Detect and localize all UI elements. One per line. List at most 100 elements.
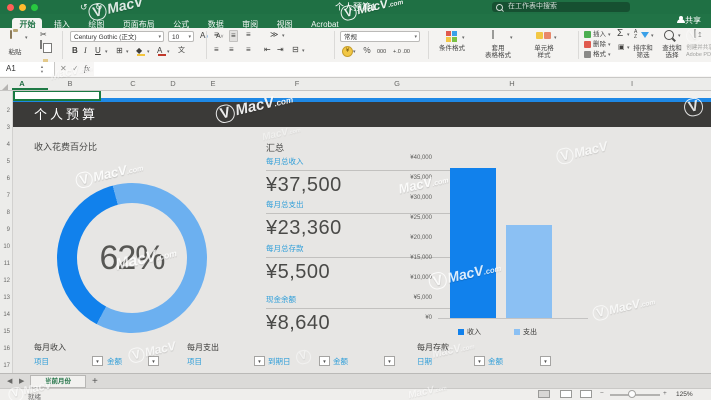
- formula-input[interactable]: [94, 62, 711, 76]
- prev-sheet-arrow[interactable]: ◀: [7, 377, 12, 385]
- row-header[interactable]: 17: [0, 363, 10, 369]
- filter-dropdown[interactable]: ▼: [474, 356, 485, 366]
- row-header[interactable]: 14: [0, 312, 10, 318]
- enter-icon[interactable]: ✓: [72, 64, 79, 73]
- percent-style-button[interactable]: ％: [363, 46, 371, 56]
- row-header[interactable]: 11: [0, 261, 10, 267]
- paste-button[interactable]: ▾: [8, 31, 10, 38]
- filter-dropdown[interactable]: ▼: [540, 356, 551, 366]
- row-header[interactable]: 9: [0, 227, 10, 233]
- chevron-down-icon[interactable]: ▾: [167, 49, 170, 55]
- column-header[interactable]: B: [63, 78, 77, 89]
- align-center-button[interactable]: ≡: [229, 45, 234, 55]
- filter-dropdown[interactable]: ▼: [254, 356, 265, 366]
- accounting-format-button[interactable]: ¥: [342, 46, 353, 57]
- font-name-select[interactable]: Century Gothic (正文)▾: [70, 31, 164, 42]
- wrap-text-button[interactable]: ≫: [270, 30, 278, 40]
- borders-button[interactable]: ⊞: [116, 46, 123, 56]
- decrease-indent-button[interactable]: ⇤: [264, 45, 271, 55]
- row-header[interactable]: 5: [0, 159, 10, 165]
- column-header[interactable]: I: [625, 78, 639, 89]
- normal-view-button[interactable]: [538, 390, 550, 398]
- row-header[interactable]: 6: [0, 176, 10, 182]
- decimal-buttons[interactable]: +.0 .00: [393, 47, 410, 57]
- name-box-stepper[interactable]: ▲▼: [40, 64, 44, 74]
- fill-color-button[interactable]: ◆: [136, 46, 142, 56]
- align-middle-button[interactable]: ≡: [229, 30, 238, 42]
- chevron-down-icon[interactable]: ▾: [147, 49, 150, 55]
- cancel-icon[interactable]: ✕: [60, 64, 67, 73]
- row-header[interactable]: 15: [0, 329, 10, 335]
- filter-dropdown[interactable]: ▼: [384, 356, 395, 366]
- select-all-corner[interactable]: [2, 84, 8, 90]
- column-header[interactable]: D: [166, 78, 180, 89]
- filter-dropdown[interactable]: ▼: [92, 356, 103, 366]
- zoom-out-button[interactable]: −: [600, 390, 604, 397]
- row-header[interactable]: 2: [0, 108, 10, 114]
- next-sheet-arrow[interactable]: ▶: [19, 377, 24, 385]
- active-cell-a1[interactable]: [13, 90, 101, 101]
- name-box[interactable]: A1: [0, 62, 55, 76]
- align-bottom-button[interactable]: ≡: [246, 30, 251, 40]
- fx-icon[interactable]: fx: [84, 64, 90, 73]
- row-header[interactable]: 10: [0, 244, 10, 250]
- zoom-in-button[interactable]: +: [663, 390, 667, 397]
- share-button[interactable]: 共享: [677, 15, 701, 27]
- filter-dropdown[interactable]: ▼: [148, 356, 159, 366]
- format-cells-button[interactable]: 格式: [593, 51, 606, 58]
- font-color-button[interactable]: A: [157, 46, 162, 56]
- merge-cells-button[interactable]: ⊟: [292, 45, 299, 55]
- delete-cells-button[interactable]: 删除: [593, 41, 606, 48]
- bold-button[interactable]: B: [72, 46, 78, 56]
- align-right-button[interactable]: ≡: [246, 45, 251, 55]
- bar-income[interactable]: [450, 168, 496, 318]
- row-header[interactable]: 12: [0, 278, 10, 284]
- phonetic-guide-button[interactable]: 文: [178, 46, 185, 56]
- legend-item-income[interactable]: 收入: [458, 327, 481, 337]
- filter-dropdown[interactable]: ▼: [319, 356, 330, 366]
- adobe-pdf-button[interactable]: [694, 30, 696, 37]
- insert-cells-button[interactable]: 插入: [593, 31, 606, 38]
- donut-chart[interactable]: 62%: [57, 183, 207, 333]
- row-header[interactable]: 8: [0, 210, 10, 216]
- chevron-down-icon[interactable]: ▾: [126, 49, 129, 55]
- number-format-select[interactable]: 常规▾: [340, 31, 420, 42]
- zoom-slider-knob[interactable]: [628, 390, 636, 398]
- zoom-level[interactable]: 125%: [676, 391, 693, 398]
- bar-expense[interactable]: [506, 225, 552, 318]
- sheet-tab[interactable]: 当前月份: [30, 375, 86, 388]
- autosum-button[interactable]: Σ: [617, 29, 623, 39]
- chevron-down-icon[interactable]: ▾: [282, 33, 285, 39]
- italic-button[interactable]: I: [84, 46, 87, 56]
- align-top-button[interactable]: ≡: [214, 30, 219, 40]
- comma-style-button[interactable]: 000: [377, 47, 386, 57]
- row-header[interactable]: 4: [0, 142, 10, 148]
- align-left-button[interactable]: ≡: [214, 45, 219, 55]
- row-header[interactable]: 13: [0, 295, 10, 301]
- underline-button[interactable]: U: [95, 46, 101, 56]
- increase-font-button[interactable]: A˄: [200, 31, 208, 42]
- chevron-down-icon[interactable]: ▾: [105, 49, 108, 55]
- increase-indent-button[interactable]: ⇥: [277, 45, 284, 55]
- row-header[interactable]: 16: [0, 346, 10, 352]
- font-size-select[interactable]: 10▾: [168, 31, 194, 42]
- bar-chart[interactable]: [438, 158, 588, 319]
- page-layout-view-button[interactable]: [560, 390, 572, 398]
- find-select-button[interactable]: ▾: [664, 30, 674, 42]
- column-header[interactable]: G: [390, 78, 404, 89]
- row-header[interactable]: 7: [0, 193, 10, 199]
- row-header[interactable]: 3: [0, 125, 10, 131]
- column-header[interactable]: C: [126, 78, 140, 89]
- chevron-down-icon[interactable]: ▾: [302, 48, 305, 54]
- column-header[interactable]: F: [290, 78, 304, 89]
- cut-button[interactable]: ✂: [40, 30, 47, 40]
- copy-button[interactable]: [40, 40, 42, 49]
- search-box[interactable]: 在工作表中搜索: [492, 2, 630, 12]
- legend-item-expense[interactable]: 支出: [514, 327, 537, 337]
- add-sheet-button[interactable]: +: [92, 375, 98, 388]
- format-as-table-button[interactable]: ▾: [484, 30, 486, 37]
- chevron-down-icon[interactable]: ▾: [353, 49, 356, 55]
- column-header[interactable]: E: [206, 78, 220, 89]
- column-header[interactable]: H: [505, 78, 519, 89]
- page-break-view-button[interactable]: [580, 390, 592, 398]
